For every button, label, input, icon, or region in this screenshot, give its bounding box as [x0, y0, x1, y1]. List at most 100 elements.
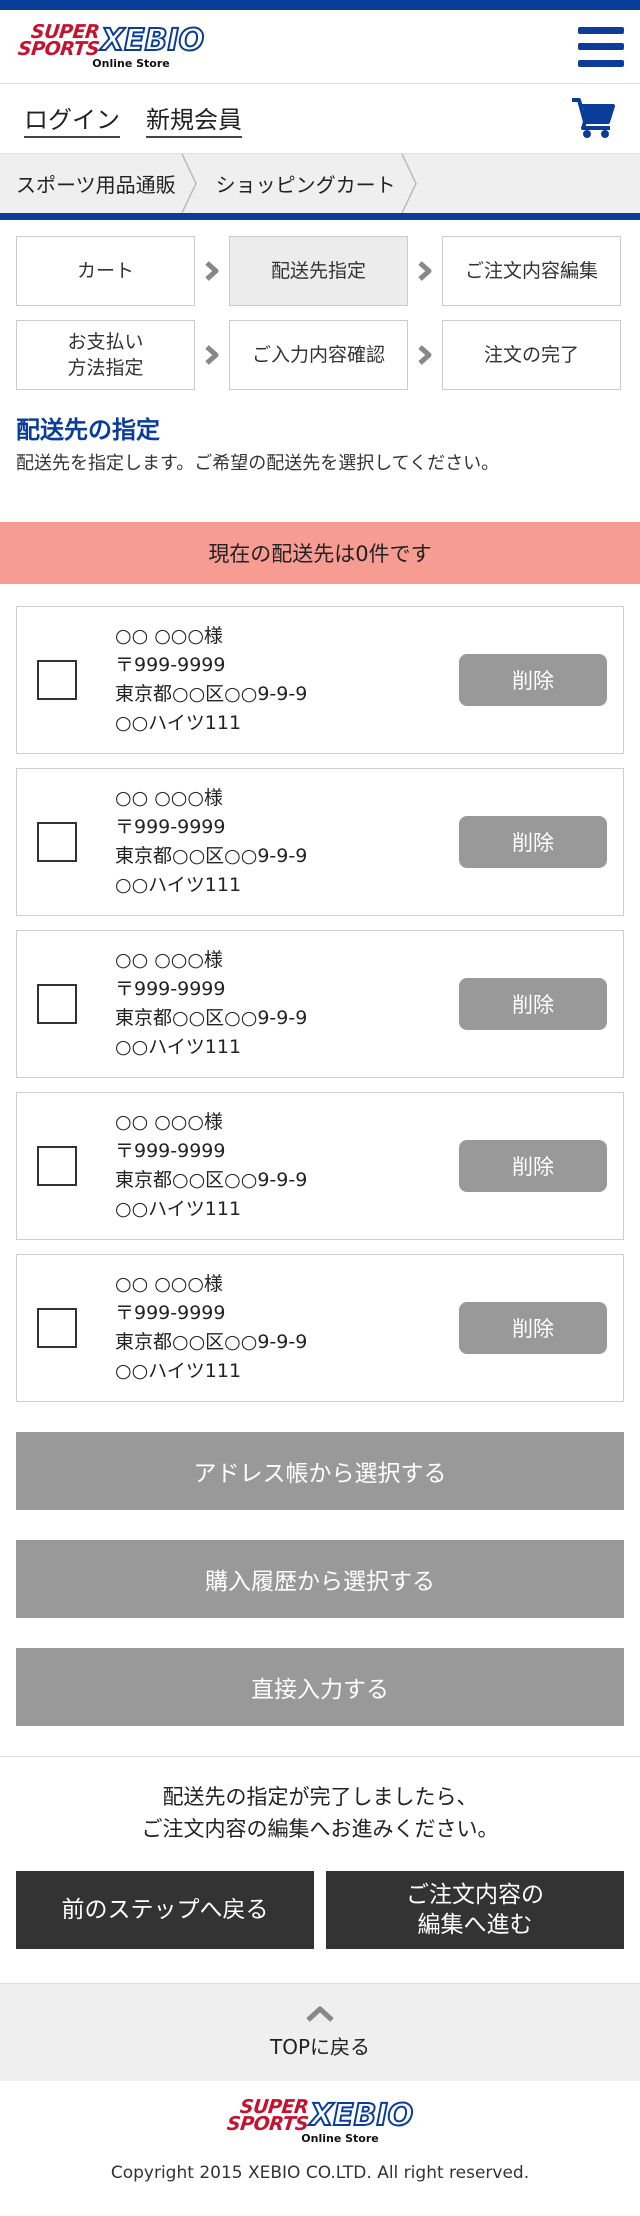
direct-input-button[interactable]: 直接入力する [16, 1648, 624, 1726]
site-footer: SUPER SPORTS XEBIO Online Store Copyrigh… [0, 2081, 640, 2199]
checkout-steps: カート 配送先指定 ご注文内容編集 お支払い 方法指定 ご入力内容確認 注文の完… [0, 220, 640, 390]
page-title: 配送先の指定 [16, 416, 160, 444]
step-arrow-icon [408, 260, 442, 282]
step-label: ご注文内容編集 [464, 260, 598, 282]
step-arrow-icon [195, 344, 229, 366]
copyright-text: Copyright 2015 XEBIO CO.LTD. All right r… [110, 2163, 530, 2183]
address-item: ○○ ○○○様 〒999-9999 東京都○○区○○9-9-9 ○○ハイツ111… [16, 1254, 624, 1402]
address-list: ○○ ○○○様 〒999-9999 東京都○○区○○9-9-9 ○○ハイツ111… [0, 584, 640, 1402]
address-checkbox[interactable] [37, 660, 77, 700]
address-line2: ○○ハイツ111 [115, 874, 242, 896]
account-bar: ログイン 新規会員 [0, 84, 640, 154]
address-checkbox[interactable] [37, 1308, 77, 1348]
address-details: ○○ ○○○様 〒999-9999 東京都○○区○○9-9-9 ○○ハイツ111 [115, 622, 459, 738]
address-count-banner: 現在の配送先は0件です [0, 522, 640, 584]
back-step-button[interactable]: 前のステップへ戻る [16, 1871, 314, 1949]
address-name: ○○ ○○○様 [115, 1111, 223, 1133]
step-arrow-icon [195, 260, 229, 282]
step-label: お支払い 方法指定 [67, 329, 143, 381]
step-label: 注文の完了 [483, 344, 579, 366]
site-header: SUPER SPORTS XEBIO Online Store [0, 10, 640, 84]
address-item: ○○ ○○○様 〒999-9999 東京都○○区○○9-9-9 ○○ハイツ111… [16, 768, 624, 916]
logo-subtitle: Online Store [301, 2132, 379, 2145]
address-name: ○○ ○○○様 [115, 787, 223, 809]
address-item: ○○ ○○○様 〒999-9999 東京都○○区○○9-9-9 ○○ハイツ111… [16, 930, 624, 1078]
address-zip: 〒999-9999 [115, 1140, 226, 1162]
logo-brand-text: XEBIO [100, 22, 205, 58]
address-zip: 〒999-9999 [115, 816, 226, 838]
address-line2: ○○ハイツ111 [115, 1036, 242, 1058]
address-details: ○○ ○○○様 〒999-9999 東京都○○区○○9-9-9 ○○ハイツ111 [115, 1270, 459, 1386]
logo-subtitle: Online Store [92, 56, 170, 70]
footer-xebio-logo[interactable]: SUPER SPORTS XEBIO Online Store [225, 2096, 415, 2145]
address-details: ○○ ○○○様 〒999-9999 東京都○○区○○9-9-9 ○○ハイツ111 [115, 1108, 459, 1224]
step-shipping: 配送先指定 [229, 236, 408, 306]
cart-icon[interactable] [570, 96, 616, 142]
delete-address-button[interactable]: 削除 [459, 978, 607, 1030]
delete-address-button[interactable]: 削除 [459, 654, 607, 706]
next-step-label-line1: ご注文内容の [406, 1882, 544, 1908]
step-payment: お支払い 方法指定 [16, 320, 195, 390]
step-navigation: 前のステップへ戻る ご注文内容の 編集へ進む [0, 1845, 640, 1949]
logo-brand-text: XEBIO [309, 2098, 414, 2133]
logo-sports-text: SPORTS [16, 37, 101, 60]
address-line1: 東京都○○区○○9-9-9 [115, 1331, 308, 1353]
address-checkbox[interactable] [37, 822, 77, 862]
select-from-history-button[interactable]: 購入履歴から選択する [16, 1540, 624, 1618]
step-arrow-icon [408, 344, 442, 366]
address-name: ○○ ○○○様 [115, 625, 223, 647]
address-zip: 〒999-9999 [115, 1302, 226, 1324]
address-details: ○○ ○○○様 〒999-9999 東京都○○区○○9-9-9 ○○ハイツ111 [115, 784, 459, 900]
chevron-up-icon [306, 2006, 334, 2022]
delete-address-button[interactable]: 削除 [459, 1302, 607, 1354]
address-zip: 〒999-9999 [115, 978, 226, 1000]
address-name: ○○ ○○○様 [115, 1273, 223, 1295]
next-step-message-line1: 配送先の指定が完了しましたら、 [162, 1785, 478, 1809]
address-line1: 東京都○○区○○9-9-9 [115, 845, 308, 867]
next-step-message-line2: ご注文内容の編集へお進みください。 [141, 1817, 499, 1841]
step-label: ご入力内容確認 [251, 344, 385, 366]
address-line1: 東京都○○区○○9-9-9 [115, 1007, 308, 1029]
login-link[interactable]: ログイン [24, 100, 120, 138]
address-name: ○○ ○○○様 [115, 949, 223, 971]
page-description: 配送先を指定します。ご希望の配送先を選択してください。 [16, 453, 500, 474]
step-complete: 注文の完了 [442, 320, 621, 390]
address-source-buttons: アドレス帳から選択する 購入履歴から選択する 直接入力する [0, 1416, 640, 1726]
next-step-message: 配送先の指定が完了しましたら、 ご注文内容の編集へお進みください。 [0, 1756, 640, 1845]
delete-address-button[interactable]: 削除 [459, 816, 607, 868]
xebio-logo[interactable]: SUPER SPORTS XEBIO Online Store [16, 21, 206, 70]
address-zip: 〒999-9999 [115, 654, 226, 676]
step-label-line1: お支払い [67, 331, 144, 353]
address-line2: ○○ハイツ111 [115, 712, 242, 734]
next-step-button[interactable]: ご注文内容の 編集へ進む [326, 1871, 624, 1949]
breadcrumb-label: ショッピングカート [215, 173, 396, 197]
breadcrumb: スポーツ用品通販 ショッピングカート [0, 154, 640, 220]
step-label-line2: 方法指定 [67, 357, 144, 379]
next-step-label: ご注文内容の 編集へ進む [406, 1880, 544, 1940]
step-confirm: ご入力内容確認 [229, 320, 408, 390]
select-from-address-book-button[interactable]: アドレス帳から選択する [16, 1432, 624, 1510]
address-line1: 東京都○○区○○9-9-9 [115, 683, 308, 705]
top-accent-bar [0, 0, 640, 10]
back-to-top-label: TOPに戻る [269, 2035, 371, 2059]
address-line2: ○○ハイツ111 [115, 1360, 242, 1382]
breadcrumb-label: スポーツ用品通販 [16, 173, 176, 197]
next-step-label-line2: 編集へ進む [417, 1912, 533, 1938]
step-label: 配送先指定 [270, 260, 366, 282]
logo-sports-text: SPORTS [225, 2113, 310, 2135]
address-item: ○○ ○○○様 〒999-9999 東京都○○区○○9-9-9 ○○ハイツ111… [16, 606, 624, 754]
step-cart: カート [16, 236, 195, 306]
breadcrumb-item-home[interactable]: スポーツ用品通販 [0, 154, 200, 213]
address-checkbox[interactable] [37, 1146, 77, 1186]
step-order-edit: ご注文内容編集 [442, 236, 621, 306]
shipping-section-header: 配送先の指定 配送先を指定します。ご希望の配送先を選択してください。 [0, 404, 640, 478]
register-link[interactable]: 新規会員 [146, 100, 242, 138]
delete-address-button[interactable]: 削除 [459, 1140, 607, 1192]
hamburger-menu-icon[interactable] [578, 26, 624, 67]
step-label: カート [76, 260, 134, 282]
address-item: ○○ ○○○様 〒999-9999 東京都○○区○○9-9-9 ○○ハイツ111… [16, 1092, 624, 1240]
address-checkbox[interactable] [37, 984, 77, 1024]
address-line2: ○○ハイツ111 [115, 1198, 242, 1220]
back-to-top-button[interactable]: TOPに戻る [0, 1983, 640, 2081]
address-details: ○○ ○○○様 〒999-9999 東京都○○区○○9-9-9 ○○ハイツ111 [115, 946, 459, 1062]
